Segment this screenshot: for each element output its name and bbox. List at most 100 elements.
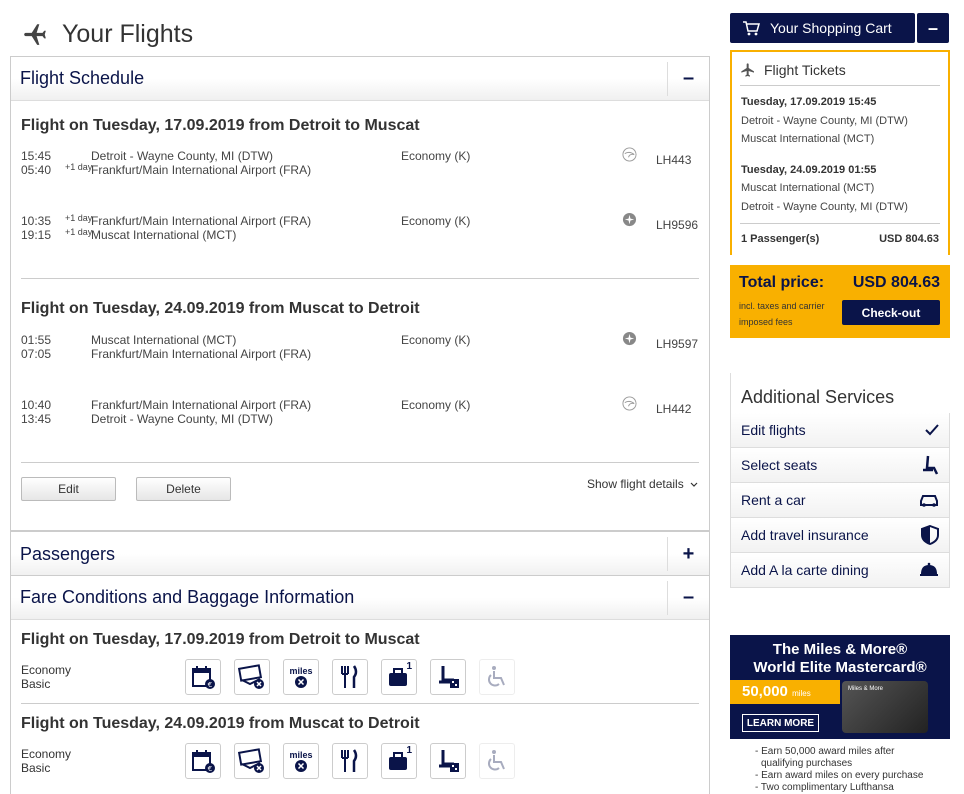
delete-button[interactable]: Delete (136, 477, 231, 501)
shopping-cart-button[interactable]: Your Shopping Cart (730, 13, 915, 43)
checkout-button[interactable]: Check-out (842, 300, 940, 325)
meal-icon[interactable] (332, 659, 368, 695)
cart-subtotal: USD 804.63 (879, 233, 939, 245)
ad-benefits-list: - Earn 50,000 award miles after qualifyi… (755, 746, 923, 794)
partner-airline-icon (622, 212, 637, 227)
shopping-cart-label: Your Shopping Cart (770, 20, 892, 36)
edit-button[interactable]: Edit (21, 477, 116, 501)
divider (740, 223, 940, 224)
total-price-note-line: incl. taxes and carrier (739, 301, 825, 311)
fare-brand: Basic (21, 677, 51, 691)
refund-fee-icon[interactable] (234, 743, 270, 779)
collapse-button[interactable]: – (667, 580, 709, 615)
collapse-button[interactable]: – (667, 61, 709, 96)
arrival-airport: Frankfurt/Main International Airport (FR… (91, 163, 312, 177)
service-label: Add travel insurance (741, 527, 869, 543)
chevron-down-icon (690, 482, 698, 487)
service-label: Select seats (741, 457, 818, 473)
departure-time: 01:55 (21, 333, 52, 347)
cart-collapse-button[interactable]: – (917, 13, 949, 43)
expand-button[interactable]: + (667, 537, 709, 571)
ad-headline: The Miles & More® World Elite Mastercard… (730, 641, 950, 677)
fare-conditions-header[interactable]: Fare Conditions and Baggage Information … (11, 576, 709, 620)
lufthansa-crane-icon (622, 396, 637, 411)
departure-airport: Detroit - Wayne County, MI (DTW) (91, 149, 274, 163)
total-price-note-line: imposed fees (739, 317, 793, 327)
total-price-note: incl. taxes and carrier imposed fees (739, 298, 839, 330)
cart-passenger-count: 1 Passenger(s) (741, 233, 820, 245)
show-flight-details-label: Show flight details (587, 477, 684, 491)
additional-services-title: Additional Services (730, 373, 950, 413)
credit-card-image: Miles & More (842, 681, 928, 733)
cabin-class: Economy (K) (401, 214, 471, 228)
svg-text:€: € (208, 681, 212, 689)
cabin-class: Economy (K) (401, 149, 471, 163)
rebooking-fee-icon[interactable]: € (185, 659, 221, 695)
flight-segment: 10:40 Frankfurt/Main International Airpo… (21, 396, 711, 428)
special-assistance-icon[interactable] (479, 743, 515, 779)
refund-fee-icon[interactable] (234, 659, 270, 695)
passengers-header[interactable]: Passengers + (11, 532, 709, 576)
seat-reservation-icon[interactable] (430, 659, 466, 695)
service-label: Rent a car (741, 492, 806, 508)
meal-icon[interactable] (332, 743, 368, 779)
flight-number: LH9597 (656, 337, 699, 351)
miles-and-more-ad[interactable]: The Miles & More® World Elite Mastercard… (730, 635, 950, 739)
service-rent-a-car[interactable]: Rent a car (730, 483, 950, 518)
ad-benefit: - Two complimentary Lufthansa (755, 782, 894, 793)
service-travel-insurance[interactable]: Add travel insurance (730, 518, 950, 553)
total-price-box: Total price: USD 804.63 incl. taxes and … (730, 265, 950, 338)
cart-inbound-date: Tuesday, 24.09.2019 01:55 (741, 164, 877, 176)
svg-text:€: € (208, 765, 212, 773)
cart-inbound-from: Muscat International (MCT) (741, 182, 875, 194)
arrival-time: 19:15 (21, 228, 52, 242)
departure-airport: Muscat International (MCT) (91, 333, 237, 347)
flight-tickets-label: Flight Tickets (764, 62, 846, 78)
divider (21, 278, 699, 279)
passengers-panel: Passengers + (10, 531, 710, 576)
rebooking-fee-icon[interactable]: € (185, 743, 221, 779)
arrival-time: 13:45 (21, 412, 52, 426)
ad-benefit: qualifying purchases (761, 758, 853, 769)
miles-icon[interactable]: miles (283, 743, 319, 779)
arrival-day-offset: +1 day (65, 227, 93, 237)
fare-icons-row: € miles 1 (185, 659, 528, 695)
service-edit-flights[interactable]: Edit flights (730, 413, 950, 448)
flight-number: LH9596 (656, 218, 699, 232)
divider (21, 462, 699, 463)
miles-icon-label: miles (289, 666, 313, 676)
flight-schedule-header[interactable]: Flight Schedule – (11, 57, 709, 101)
fare-conditions-title: Fare Conditions and Baggage Information (20, 587, 355, 607)
additional-services: Additional Services Edit flights Select … (730, 373, 950, 588)
ad-benefit: - Earn award miles on every purchase (755, 770, 924, 781)
service-select-seats[interactable]: Select seats (730, 448, 950, 483)
fare-type-label: Economy Basic (21, 663, 71, 691)
partner-airline-icon (622, 331, 637, 346)
shield-icon (921, 525, 939, 545)
baggage-icon[interactable]: 1 (381, 659, 417, 695)
ad-miles-amount: 50,000 (742, 683, 788, 700)
dining-cloche-icon (920, 562, 938, 576)
ad-headline-line: World Elite Mastercard® (753, 659, 927, 676)
show-flight-details-link[interactable]: Show flight details (587, 477, 698, 491)
departure-day-offset: +1 day (65, 213, 93, 223)
seat-reservation-icon[interactable] (430, 743, 466, 779)
baggage-icon[interactable]: 1 (381, 743, 417, 779)
miles-icon[interactable]: miles (283, 659, 319, 695)
ad-headline-line: The Miles & More® (772, 641, 908, 658)
departure-time: 15:45 (21, 149, 52, 163)
page-title: Your Flights (62, 19, 194, 48)
special-assistance-icon[interactable] (479, 659, 515, 695)
service-a-la-carte-dining[interactable]: Add A la carte dining (730, 553, 950, 588)
outbound-flight-title: Flight on Tuesday, 17.09.2019 from Detro… (21, 117, 420, 134)
service-label: Add A la carte dining (741, 562, 869, 578)
cart-outbound-date: Tuesday, 17.09.2019 15:45 (741, 96, 877, 108)
learn-more-button[interactable]: LEARN MORE (742, 714, 819, 732)
lufthansa-crane-icon (622, 147, 637, 162)
fare-flight-title: Flight on Tuesday, 24.09.2019 from Musca… (21, 715, 420, 732)
fare-brand: Basic (21, 761, 51, 775)
arrival-airport: Frankfurt/Main International Airport (FR… (91, 347, 312, 361)
cart-inbound-to: Detroit - Wayne County, MI (DTW) (741, 201, 908, 213)
arrival-airport: Detroit - Wayne County, MI (DTW) (91, 412, 274, 426)
inbound-flight-title: Flight on Tuesday, 24.09.2019 from Musca… (21, 300, 420, 317)
